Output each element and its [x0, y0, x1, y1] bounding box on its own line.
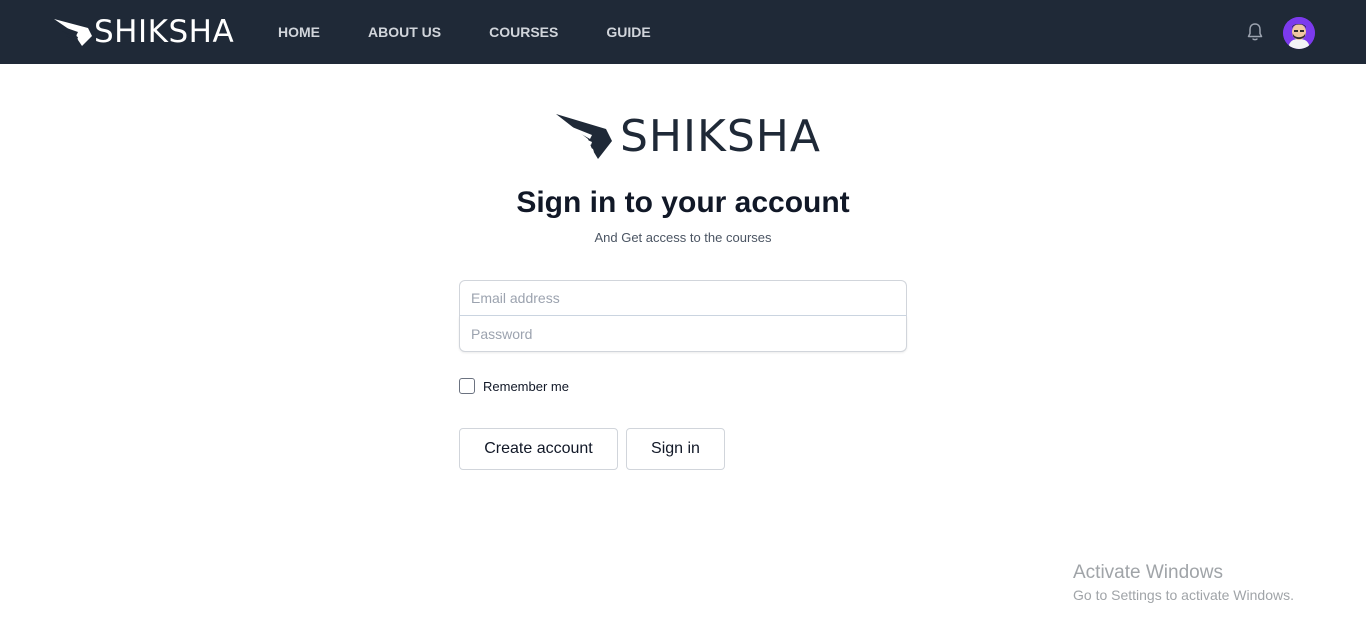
password-field[interactable]	[459, 316, 907, 352]
nav-courses[interactable]: COURSES	[489, 24, 558, 40]
nav-guide[interactable]: GUIDE	[606, 24, 650, 40]
page-subtitle: And Get access to the courses	[594, 230, 772, 245]
login-form	[459, 280, 907, 352]
brand-logo[interactable]: SHIKSHA	[52, 14, 234, 50]
wing-logo-icon	[54, 19, 92, 46]
watermark-title: Activate Windows	[1073, 562, 1223, 583]
nav-about-us[interactable]: ABOUT US	[368, 24, 441, 40]
windows-activation-watermark: Activate Windows Go to Settings to activ…	[1073, 562, 1294, 603]
remember-me: Remember me	[459, 378, 569, 394]
main-logo-text: SHIKSHA	[620, 110, 821, 162]
create-account-button[interactable]: Create account	[459, 428, 618, 470]
watermark-subtitle: Go to Settings to activate Windows.	[1073, 587, 1294, 603]
remember-me-label[interactable]: Remember me	[483, 379, 569, 394]
sign-in-button[interactable]: Sign in	[626, 428, 725, 470]
email-field[interactable]	[459, 280, 907, 316]
user-avatar[interactable]	[1283, 17, 1315, 49]
main-logo: SHIKSHA	[554, 110, 821, 162]
wing-logo-large-icon	[556, 114, 612, 159]
nav-home[interactable]: HOME	[278, 24, 320, 40]
page-title: Sign in to your account	[516, 186, 850, 219]
top-navbar: SHIKSHA HOME ABOUT US COURSES GUIDE	[0, 0, 1366, 64]
nav-links: HOME ABOUT US COURSES GUIDE	[278, 0, 699, 64]
bell-icon[interactable]	[1244, 21, 1266, 43]
remember-me-checkbox[interactable]	[459, 378, 475, 394]
brand-name: SHIKSHA	[94, 14, 235, 50]
